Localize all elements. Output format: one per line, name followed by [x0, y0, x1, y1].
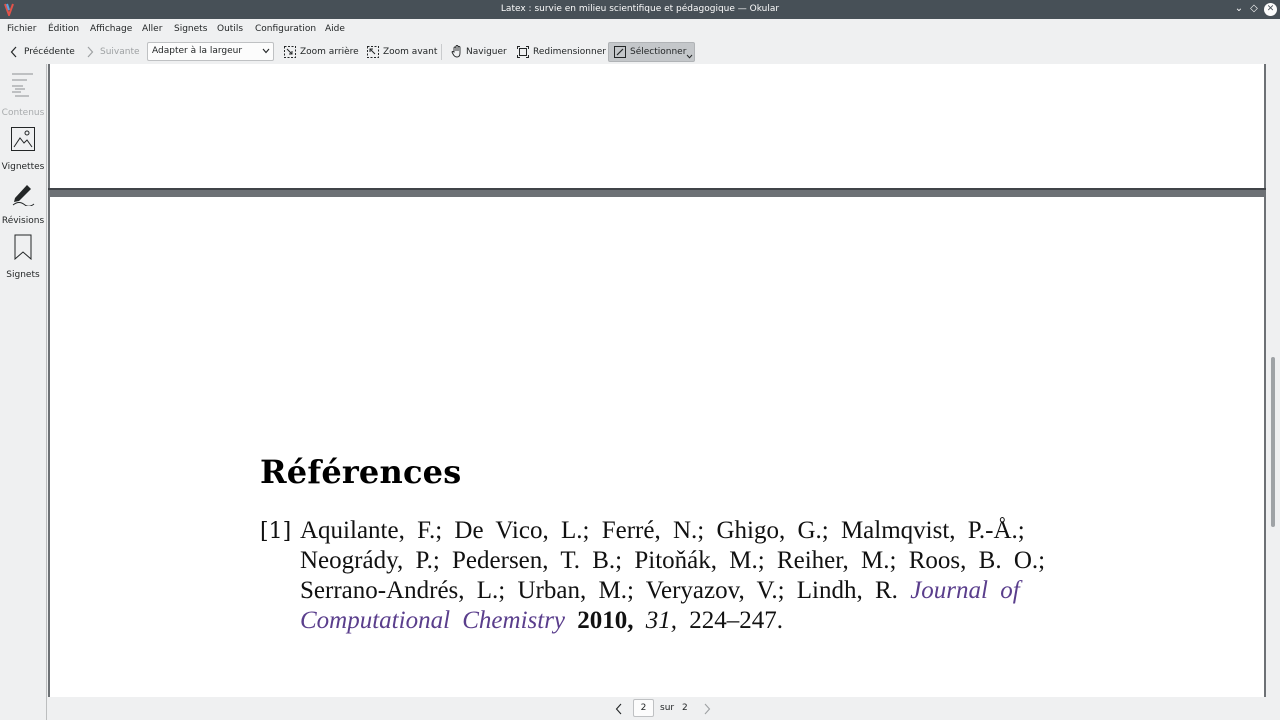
reference-volume: 31, — [645, 607, 678, 634]
page-navigation-bar: 2 sur 2 — [48, 697, 1280, 720]
next-page-arrow-icon[interactable] — [703, 703, 711, 715]
zoom-mode-value: Adapter à la largeur — [152, 46, 243, 56]
zoom-in-label: Zoom avant — [383, 47, 438, 57]
resize-tool-button[interactable]: Redimensionner — [516, 42, 606, 62]
sidebar-item-contents-label: Contenus — [1, 108, 45, 118]
browse-tool-button[interactable]: Naviguer — [450, 42, 507, 62]
document-viewport[interactable]: Références [1] Aquilante, F.; De Vico, L… — [48, 64, 1266, 697]
sidebar-item-bookmarks-label: Signets — [6, 270, 40, 280]
chevron-right-icon — [87, 46, 94, 58]
zoom-mode-select[interactable]: Adapter à la largeur — [147, 42, 274, 61]
next-page-label: Suivante — [100, 47, 140, 57]
document-page-1 — [50, 64, 1264, 188]
main-toolbar: Précédente Suivante Adapter à la largeur… — [0, 40, 1280, 64]
reference-year: 2010, — [577, 607, 634, 634]
hand-icon — [451, 45, 461, 58]
sidebar-item-thumbnails-label: Vignettes — [1, 162, 45, 172]
menu-view[interactable]: Affichage — [90, 19, 132, 40]
menu-tools[interactable]: Outils — [217, 19, 243, 40]
window-titlebar: Latex : survie en milieu scientifique et… — [0, 0, 1280, 19]
zoom-in-button[interactable]: Zoom avant — [366, 42, 438, 62]
sidebar-item-annotations[interactable]: Révisions — [0, 176, 46, 228]
side-panel: Contenus Vignettes Révisions Signets — [0, 64, 47, 720]
reference-line-3-wrap: Serrano-Andrés, L.; Urban, M.; Veryazov,… — [300, 577, 1020, 605]
reference-line-2: Neogrády, P.; Pedersen, T. B.; Pitoňák, … — [300, 547, 1046, 574]
page-number-input[interactable]: 2 — [633, 699, 654, 717]
chevron-down-icon — [686, 54, 693, 59]
sidebar-item-bookmarks[interactable]: Signets — [0, 230, 46, 282]
annotations-pen-icon — [12, 185, 35, 206]
select-tool-label: Sélectionner — [630, 47, 687, 57]
resize-icon — [517, 46, 529, 58]
zoom-out-label: Zoom arrière — [300, 47, 359, 57]
reference-pages: 224–247. — [689, 607, 784, 634]
reference-number: [1] — [260, 519, 292, 544]
sidebar-item-thumbnails[interactable]: Vignettes — [0, 122, 46, 174]
page-border — [48, 188, 1266, 190]
close-button[interactable]: ✕ — [1264, 3, 1277, 16]
previous-page-arrow-icon[interactable] — [615, 703, 623, 715]
previous-page-label: Précédente — [24, 47, 75, 57]
menu-go[interactable]: Aller — [142, 19, 162, 40]
zoom-out-button[interactable]: Zoom arrière — [283, 42, 359, 62]
select-tool-button[interactable]: Sélectionner — [608, 42, 695, 62]
journal-link-part2[interactable]: Computational Chemistry — [300, 607, 565, 634]
reference-line-3: Serrano-Andrés, L.; Urban, M.; Veryazov,… — [300, 577, 898, 604]
menu-settings[interactable]: Configuration — [255, 19, 316, 40]
window-title: Latex : survie en milieu scientifique et… — [500, 4, 780, 14]
journal-link-part1[interactable]: Journal of — [910, 577, 1019, 604]
bookmark-icon — [14, 234, 32, 260]
browse-tool-label: Naviguer — [466, 47, 507, 57]
document-page-2: Références [1] Aquilante, F.; De Vico, L… — [50, 197, 1264, 697]
page-of-label: sur — [660, 703, 675, 713]
menu-bar: Fichier Édition Affichage Aller Signets … — [0, 19, 1280, 40]
previous-page-button[interactable]: Précédente — [8, 42, 76, 62]
resize-tool-label: Redimensionner — [533, 47, 606, 57]
toolbar-separator — [441, 44, 442, 60]
minimize-button[interactable]: ⌄ — [1232, 2, 1246, 16]
menu-file[interactable]: Fichier — [7, 19, 36, 40]
selection-icon — [614, 46, 626, 58]
maximize-button[interactable]: ◇ — [1247, 2, 1261, 16]
references-heading: Références — [260, 453, 462, 491]
scrollbar-thumb[interactable] — [1271, 357, 1275, 527]
table-of-contents-icon — [12, 73, 33, 97]
zoom-in-icon — [367, 46, 379, 58]
next-page-button[interactable]: Suivante — [84, 42, 140, 62]
chevron-left-icon — [10, 46, 17, 58]
sidebar-item-annotations-label: Révisions — [1, 216, 45, 226]
total-pages: 2 — [682, 703, 688, 713]
reference-line-1: Aquilante, F.; De Vico, L.; Ferré, N.; G… — [300, 517, 1025, 544]
vertical-scrollbar[interactable] — [1266, 64, 1280, 697]
thumbnails-icon — [11, 127, 35, 151]
reference-line-4: Computational Chemistry 2010, 31, 224–24… — [300, 607, 783, 635]
menu-help[interactable]: Aide — [325, 19, 345, 40]
menu-edit[interactable]: Édition — [48, 19, 79, 40]
zoom-out-icon — [284, 46, 296, 58]
sidebar-item-contents[interactable]: Contenus — [0, 68, 46, 120]
menu-bookmarks[interactable]: Signets — [174, 19, 207, 40]
chevron-down-icon — [262, 48, 270, 54]
